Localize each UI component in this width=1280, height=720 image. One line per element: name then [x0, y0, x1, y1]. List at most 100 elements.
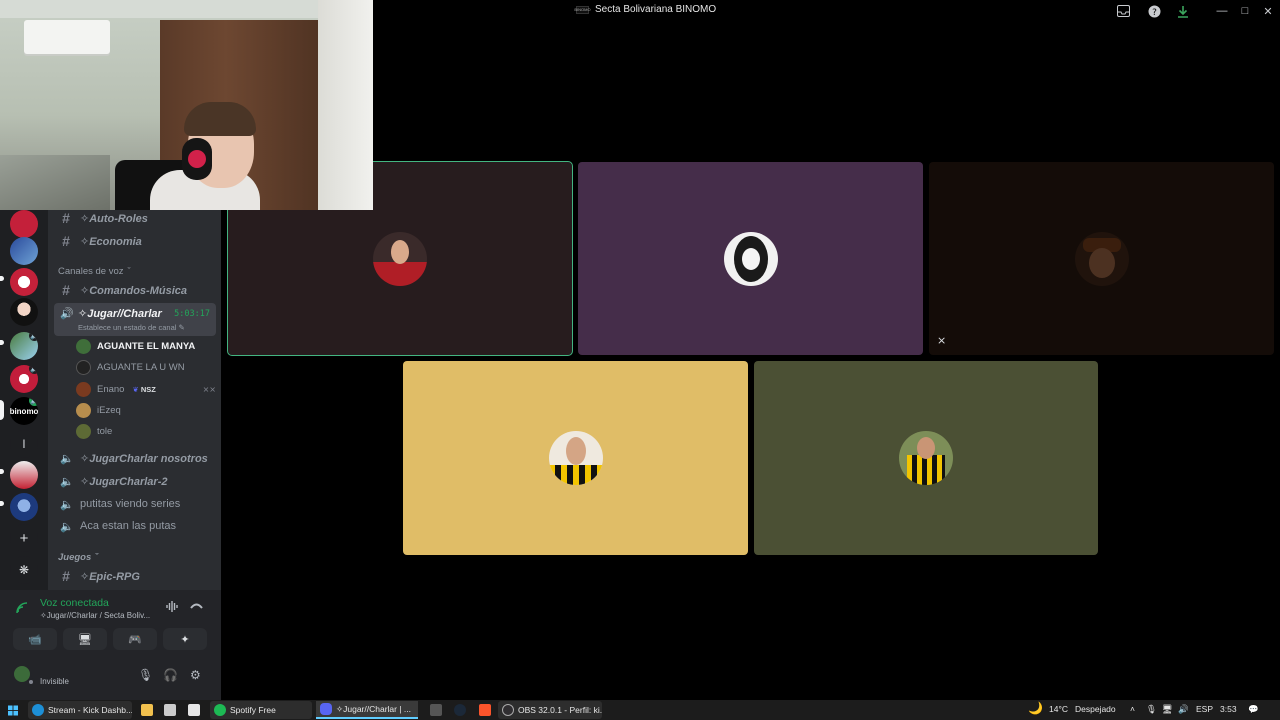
server-icon-binomo[interactable]: binomo 🔈 — [10, 397, 38, 425]
microphone-icon[interactable]: 🎙 — [138, 668, 153, 682]
inbox-icon[interactable] — [1115, 3, 1131, 19]
webcam-overlay — [0, 0, 373, 210]
discord-icon — [320, 703, 332, 715]
speaker-icon: 🔊 — [60, 308, 74, 320]
camera-off-button[interactable]: 📹 — [13, 628, 57, 650]
category-juegos[interactable]: Juegos ˇ — [58, 552, 98, 563]
mail-icon — [188, 704, 200, 716]
taskbar-item-discord[interactable]: ✧Jugar//Charlar | ... — [316, 701, 418, 719]
taskbar-item-spotify[interactable]: Spotify Free — [210, 701, 312, 719]
microphone-tray-icon[interactable]: 🎙 — [1146, 704, 1157, 715]
taskbar-brave[interactable] — [475, 701, 491, 719]
taskbar-explorer[interactable] — [137, 701, 153, 719]
soundboard-button[interactable]: ✦ — [163, 628, 207, 650]
unread-pill — [0, 469, 4, 474]
webcam-desk — [0, 155, 110, 210]
voice-tile-tole[interactable] — [754, 361, 1098, 555]
server-icon[interactable]: 🔈 — [10, 365, 38, 393]
taskbar-item-obs[interactable]: OBS 32.0.1 - Perfil: ki... — [498, 701, 602, 719]
maximize-button[interactable]: □ — [1234, 2, 1256, 20]
headset-icon — [182, 138, 212, 180]
server-icon[interactable] — [10, 237, 38, 265]
server-icon[interactable]: 🔈 — [10, 332, 38, 360]
speaker-icon: 🔈 — [29, 365, 38, 374]
channel-auto-roles[interactable]: # ✧Auto-Roles — [54, 210, 216, 228]
taskbar-steam[interactable] — [450, 701, 466, 719]
network-icon[interactable]: 🖥 — [1162, 704, 1173, 715]
activities-button[interactable]: 🎮 — [113, 628, 157, 650]
signal-icon[interactable] — [16, 602, 29, 617]
taskbar-mail[interactable] — [184, 701, 200, 719]
taskbar-item-edge[interactable]: Stream - Kick Dashb... — [28, 701, 132, 719]
server-icon-letter[interactable]: l — [10, 430, 38, 458]
webcam-wall — [318, 0, 373, 210]
disconnect-icon[interactable] — [190, 601, 203, 613]
avatar — [76, 339, 91, 354]
weather-temp[interactable]: 14°C — [1049, 704, 1068, 714]
hash-icon: # — [62, 282, 70, 298]
channel-status[interactable]: Establece un estado de canal ✎ — [78, 323, 185, 332]
voice-user[interactable]: tole — [76, 422, 216, 441]
taskbar-app[interactable] — [160, 701, 176, 719]
speaker-icon: 🔈 — [60, 452, 74, 465]
voice-tile-aguante-la-u[interactable] — [578, 162, 923, 355]
server-icon[interactable] — [10, 461, 38, 489]
weather-text[interactable]: Despejado — [1075, 704, 1116, 714]
participant-avatar — [1074, 231, 1129, 286]
channel-jugarcharlar-nosotros[interactable]: 🔈 ✧JugarCharlar nosotros — [54, 448, 216, 468]
server-icon[interactable] — [10, 493, 38, 521]
avatar — [76, 360, 91, 375]
speaker-icon: 🔈 — [29, 397, 38, 406]
active-voice-channel[interactable]: 🔊 ✧Jugar//Charlar 5:03:17 Establece un e… — [54, 303, 216, 336]
channel-epic-rpg[interactable]: # ✧Epic-RPG — [54, 566, 216, 586]
screen-share-button[interactable]: 🖥 — [63, 628, 107, 650]
voice-status-subtitle[interactable]: ✧Jugar//Charlar / Secta Boliv... — [40, 611, 150, 620]
server-mini-icon: BINOMO — [574, 5, 591, 14]
server-icon[interactable] — [10, 298, 38, 326]
clock-time[interactable]: 3:53 — [1220, 704, 1237, 714]
hash-icon: # — [62, 210, 70, 226]
unread-pill — [0, 276, 4, 281]
tray-overflow-icon[interactable]: ˄ — [1130, 704, 1135, 714]
voice-user[interactable]: iEzeq — [76, 401, 216, 420]
voice-tile-iezeq[interactable] — [403, 361, 748, 555]
voice-user[interactable]: AGUANTE EL MANYA — [76, 337, 216, 356]
clan-badge: ❦ NSZ — [132, 385, 156, 394]
webcam-person-hair — [184, 102, 256, 136]
voice-status-title[interactable]: Voz conectada — [40, 597, 109, 609]
add-server-icon[interactable]: + — [10, 524, 38, 552]
voice-user[interactable]: AGUANTE LA U WN — [76, 358, 216, 377]
channel-aca-estan[interactable]: 🔈 Aca estan las putas — [54, 516, 216, 536]
noise-suppression-icon[interactable] — [166, 601, 179, 615]
server-icon[interactable] — [10, 268, 38, 296]
voice-user[interactable]: Enano ❦ NSZ ⨯⨯ — [76, 380, 216, 399]
help-icon[interactable]: ? — [1146, 3, 1162, 19]
explore-icon[interactable]: ❋ — [10, 556, 38, 584]
language-indicator[interactable]: ESP — [1196, 704, 1213, 714]
download-icon[interactable] — [1175, 3, 1191, 19]
edge-icon — [32, 704, 44, 716]
taskbar-es[interactable] — [426, 701, 442, 719]
channel-economia[interactable]: # ✧Economia — [54, 231, 216, 251]
minimize-button[interactable]: — — [1211, 2, 1233, 20]
soundboard-icon: ✦ — [180, 633, 190, 646]
channel-jugarcharlar-2[interactable]: 🔈 ✧JugarCharlar-2 — [54, 471, 216, 491]
channel-comandos-musica[interactable]: # ✧Comandos-Música — [54, 280, 216, 300]
speaker-icon: 🔈 — [60, 498, 74, 511]
start-button[interactable] — [4, 701, 22, 719]
gamepad-icon: 🎮 — [128, 633, 142, 646]
server-icon[interactable] — [10, 210, 38, 238]
unread-pill — [0, 340, 4, 345]
speaker-icon: 🔈 — [29, 332, 38, 341]
volume-icon[interactable]: 🔊 — [1178, 704, 1189, 715]
settings-gear-icon[interactable]: ⚙ — [190, 668, 201, 682]
channel-putitas[interactable]: 🔈 putitas viendo series — [54, 494, 216, 514]
voice-connected-panel: Voz conectada ✧Jugar//Charlar / Secta Bo… — [0, 590, 221, 700]
headphones-icon[interactable]: 🎧 — [163, 668, 178, 682]
category-voice[interactable]: Canales de voz ˇ — [58, 266, 131, 277]
user-status[interactable]: Invisible — [40, 677, 69, 686]
notifications-icon[interactable]: 💬 — [1248, 704, 1259, 715]
close-button[interactable]: ✕ — [1257, 2, 1279, 20]
voice-tile-enano[interactable]: ⨯ — [929, 162, 1274, 355]
app-icon — [430, 704, 442, 716]
